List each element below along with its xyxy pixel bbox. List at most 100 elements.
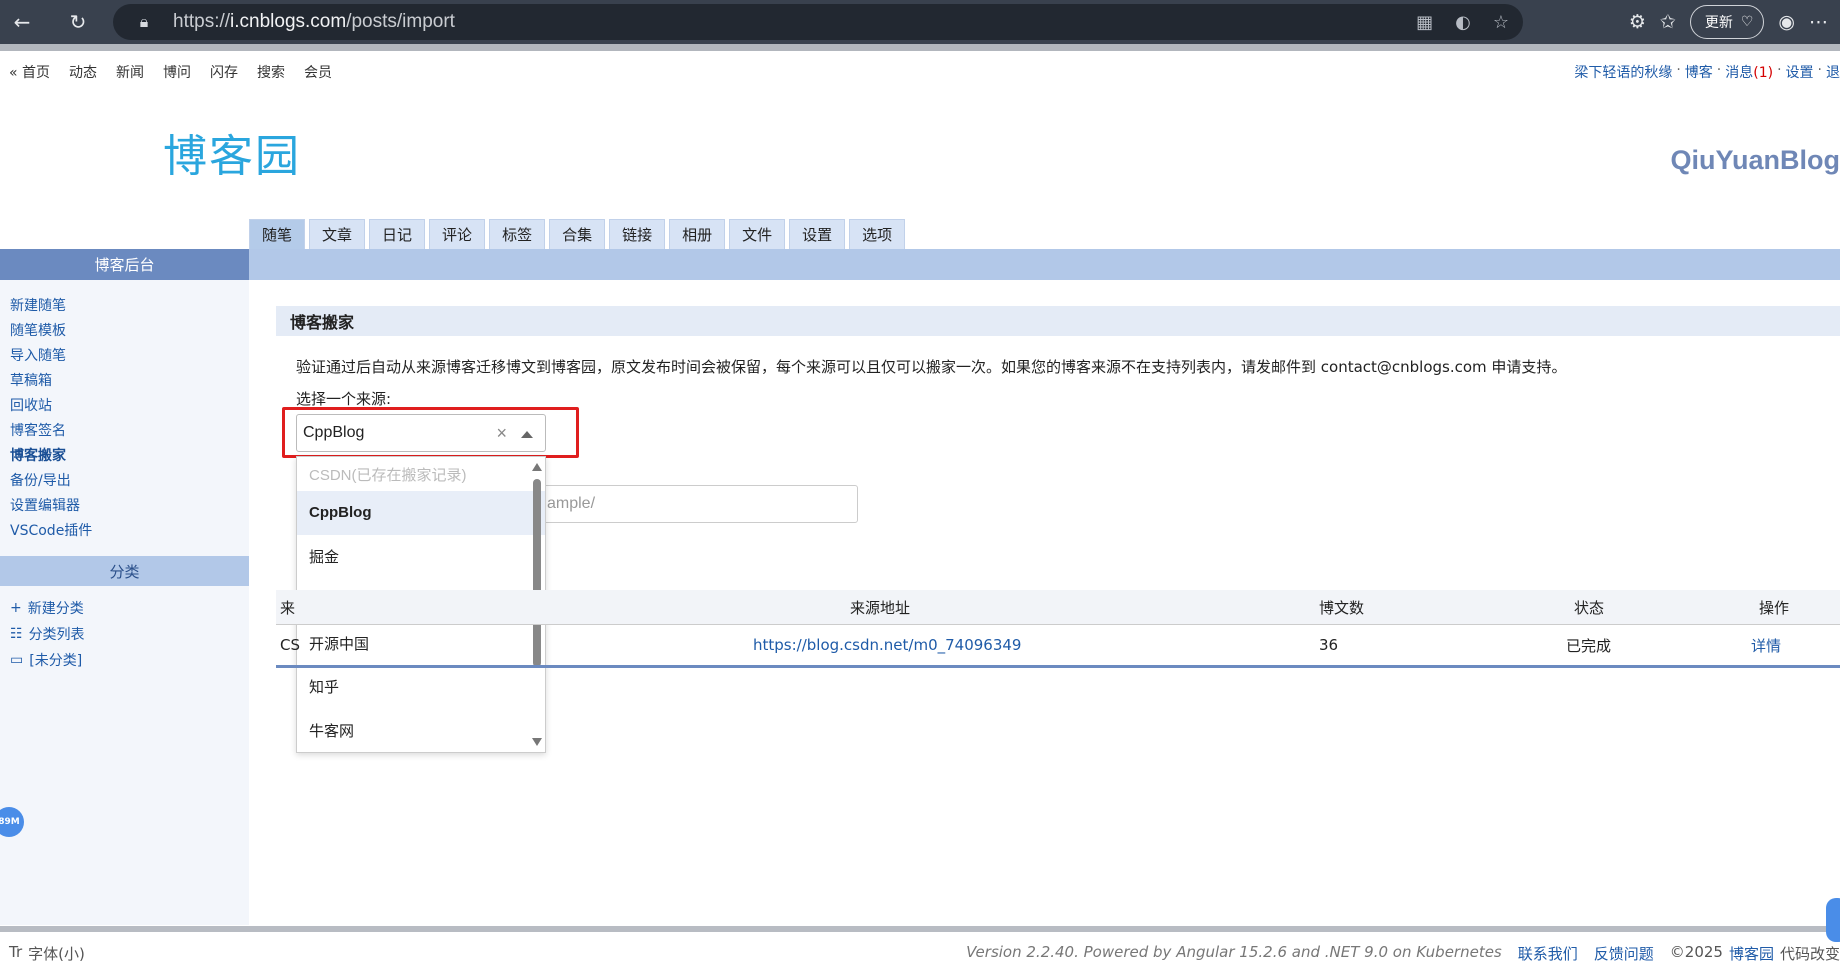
migration-description: 验证通过后自动从来源博客迁移博文到博客园，原文发布时间会被保留，每个来源可以且仅… [296,358,1567,376]
nav-member[interactable]: 会员 [304,62,332,82]
tab-files[interactable]: 文件 [729,219,786,249]
row-address: https://blog.csdn.net/m0_74096349 [753,625,1021,665]
list-icon: ☷ [10,626,23,642]
heart-pulse-icon: ♡ [1740,14,1754,30]
plus-icon: + [10,600,22,616]
message-count: (1) [1753,65,1774,81]
folder-icon: ▭ [10,652,24,668]
browser-toolbar: ← ↻ 🔒︎ https://i.cnblogs.com/posts/impor… [0,0,1840,44]
font-size-label: 字体(小) [28,945,85,962]
contact-link[interactable]: 联系我们 [1518,943,1578,962]
col-count: 博文数 [1319,598,1365,617]
tab-settings[interactable]: 设置 [789,219,846,249]
tab-tags[interactable]: 标签 [489,219,546,249]
separator: · [1716,62,1722,78]
row-detail-link[interactable]: 详情 [1751,625,1781,665]
separator: · [1676,62,1681,78]
page-title: 博客搬家 [276,306,1840,336]
source-address-link[interactable]: https://blog.csdn.net/m0_74096349 [753,636,1021,654]
logout-link[interactable]: 退 [1826,62,1840,82]
favorites-icon[interactable]: ✩ [1660,11,1676,33]
cnblogs-footer-link[interactable]: 博客园 [1729,943,1774,962]
version-text: Version 2.2.40. Powered by Angular 15.2.… [966,943,1502,961]
floating-widget[interactable] [1826,898,1840,942]
blog-link[interactable]: 博客 [1685,62,1713,82]
new-category-link[interactable]: + 新建分类 [10,598,249,618]
sidebar-item-signature[interactable]: 博客签名 [10,421,249,441]
sidebar-header: 博客后台 [0,249,249,280]
lock-icon: 🔒︎ [139,12,149,31]
nav-dynamic[interactable]: 动态 [69,62,97,82]
sidebar-item-post-template[interactable]: 随笔模板 [10,321,249,341]
translate-icon[interactable]: ◐ [1455,12,1471,33]
sidebar-item-recycle-bin[interactable]: 回收站 [10,396,249,416]
favorite-star-icon[interactable]: ☆ [1493,12,1509,33]
sidebar-item-import-posts[interactable]: 导入随笔 [10,346,249,366]
tab-posts[interactable]: 随笔 [249,219,306,249]
sidebar-item-vscode-plugin[interactable]: VSCode插件 [10,521,249,541]
separator: · [1777,62,1782,78]
table-header: 来 来源地址 博文数 状态 操作 [276,590,1840,625]
table-row: CS https://blog.csdn.net/m0_74096349 36 … [276,625,1840,668]
col-address: 来源地址 [850,598,911,617]
blog-title[interactable]: QiuYuanBlog [1670,145,1840,176]
update-button[interactable]: 更新 ♡ [1689,5,1765,39]
dropdown-option-juejin[interactable]: 掘金 [297,535,545,579]
admin-tabs: 随笔 文章 日记 评论 标签 合集 链接 相册 文件 设置 选项 [249,219,906,249]
address-bar[interactable]: 🔒︎ https://i.cnblogs.com/posts/import ▦ … [113,4,1523,40]
category-list-link[interactable]: ☷ 分类列表 [10,624,249,644]
feedback-link[interactable]: 反馈问题 [1594,943,1654,962]
sidebar-item-blog-migration[interactable]: 博客搬家 [10,446,249,466]
scroll-up-icon[interactable] [532,463,542,471]
footer-slogan: 代码改变 [1779,945,1840,962]
tab-options[interactable]: 选项 [849,219,906,249]
update-label: 更新 [1704,15,1733,31]
scroll-down-icon[interactable] [532,738,542,746]
top-nav: « 首页 动态 新闻 博问 闪存 搜索 会员 梁下轻语的秋缘 · 博客 · 消息… [0,60,1840,82]
nav-questions[interactable]: 博问 [163,62,191,82]
sidebar: 博客后台 新建随笔 随笔模板 导入随笔 草稿箱 回收站 博客签名 博客搬家 备份… [0,249,249,925]
nav-news[interactable]: 新闻 [116,62,144,82]
nav-flash[interactable]: 闪存 [210,62,238,82]
tab-comments[interactable]: 评论 [429,219,486,249]
tab-diary[interactable]: 日记 [369,219,426,249]
dropdown-option-zhihu[interactable]: 知乎 [297,665,545,709]
font-size-toggle[interactable]: Tr 字体(小) [9,943,85,962]
dropdown-option-nowcoder[interactable]: 牛客网 [297,709,545,753]
highlight-annotation [282,407,579,458]
user-link[interactable]: 梁下轻语的秋缘 [1574,62,1672,82]
back-icon[interactable]: ← [4,4,40,40]
footer: Tr 字体(小) Version 2.2.40. Powered by Angu… [0,940,1840,962]
messages-link[interactable]: 消息(1) [1725,62,1773,82]
sidebar-item-new-post[interactable]: 新建随笔 [10,296,249,316]
row-status: 已完成 [1566,636,1612,655]
reload-icon[interactable]: ↻ [60,4,96,40]
source-address-input[interactable]: ample/ [530,485,858,523]
extensions-icon[interactable]: ⚙︎ [1629,11,1646,33]
settings-link[interactable]: 设置 [1786,62,1814,82]
tab-links[interactable]: 链接 [609,219,666,249]
nav-search[interactable]: 搜索 [257,62,285,82]
edge-icon[interactable]: ◉ [1778,11,1795,33]
apps-icon[interactable]: ▦ [1416,12,1433,33]
tab-articles[interactable]: 文章 [309,219,366,249]
sidebar-item-drafts[interactable]: 草稿箱 [10,371,249,391]
tab-bar [249,249,1840,280]
col-status: 状态 [1574,598,1605,617]
nav-home[interactable]: « 首页 [9,62,50,82]
row-count: 36 [1319,636,1339,654]
uncategorized-link[interactable]: ▭ [未分类] [10,650,249,670]
copyright: ©2025 [1669,943,1723,961]
col-action: 操作 [1759,598,1790,617]
sidebar-item-backup-export[interactable]: 备份/导出 [10,471,249,491]
tab-albums[interactable]: 相册 [669,219,726,249]
url-text: https://i.cnblogs.com/posts/import [173,11,455,32]
separator: · [1817,62,1822,78]
row-source: CS [280,636,300,654]
font-size-icon: Tr [9,943,23,961]
cnblogs-logo[interactable]: 博客园 [163,126,301,182]
sidebar-item-editor-settings[interactable]: 设置编辑器 [10,496,249,516]
tab-collections[interactable]: 合集 [549,219,606,249]
more-icon[interactable]: ⋯ [1809,11,1828,33]
dropdown-option-cppblog[interactable]: CppBlog [297,491,545,535]
